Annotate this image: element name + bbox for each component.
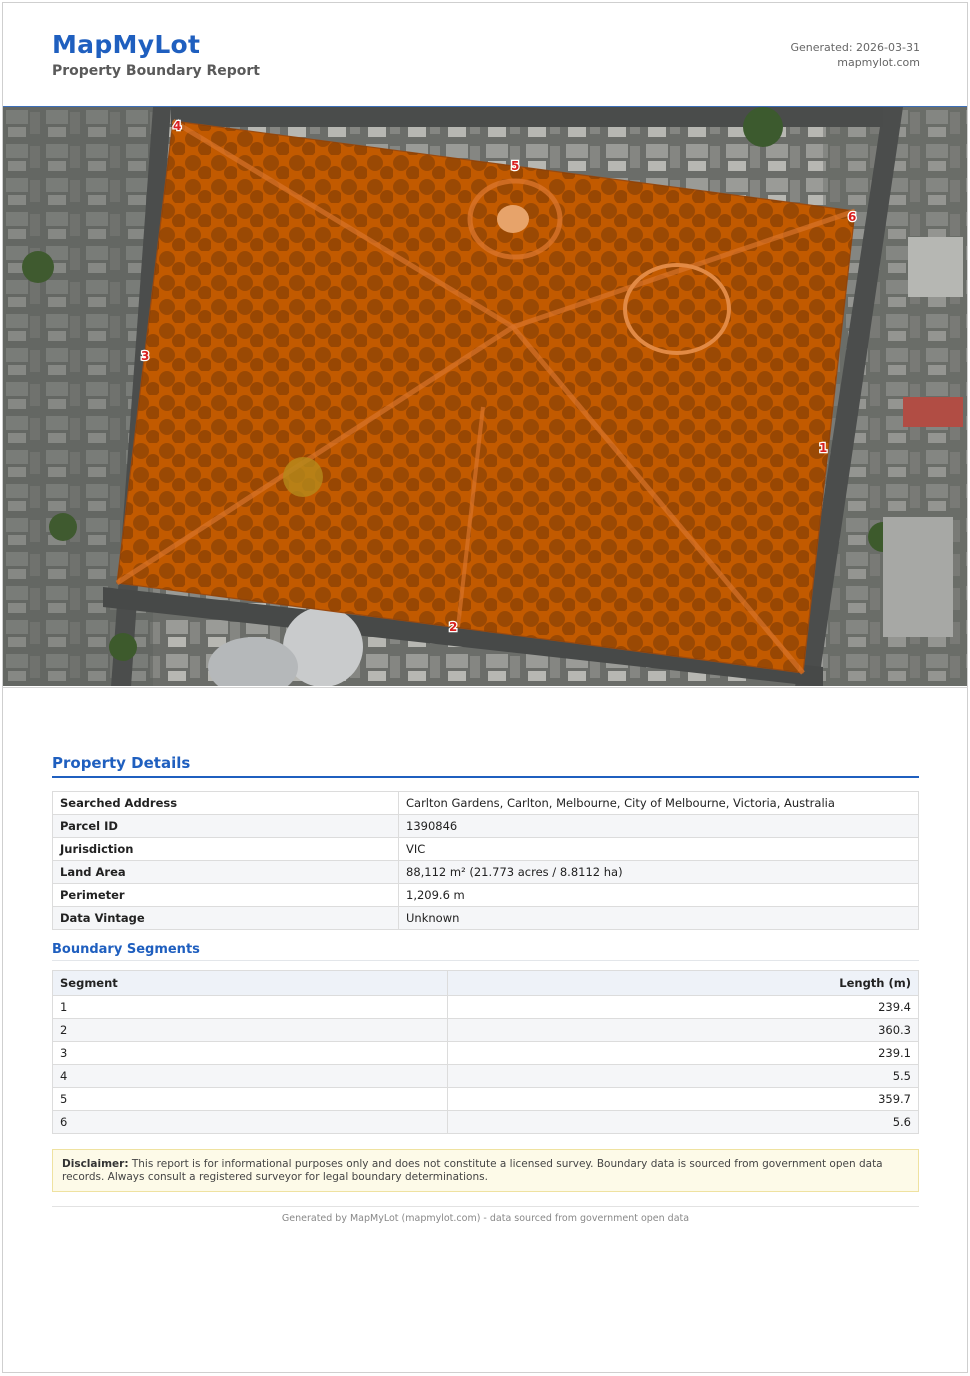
site-name: mapmylot.com: [837, 56, 920, 69]
vertex-label-5: 5: [511, 159, 519, 173]
detail-value: 88,112 m² (21.773 acres / 8.8112 ha): [398, 860, 919, 884]
street-tree: [49, 513, 77, 541]
table-row: 4 5.5: [52, 1064, 919, 1088]
generated-date: Generated: 2026-03-31: [790, 41, 921, 54]
detail-value: 1390846: [398, 814, 919, 838]
block-building: [908, 237, 963, 297]
table-row: 3 239.1: [52, 1041, 919, 1065]
disclaimer-box: Disclaimer: This report is for informati…: [52, 1149, 919, 1192]
vertex-label-3: 3: [141, 349, 149, 363]
vertex-label-4: 4: [173, 119, 181, 133]
street-tree: [743, 107, 783, 147]
boundary-segments-table: Segment Length (m) 1 239.4 2 360.3 3 239…: [52, 970, 919, 1134]
property-details-title: Property Details: [52, 754, 191, 772]
vertex-label-2: 2: [449, 620, 457, 634]
map-svg: 1 2 3 4 5 6: [3, 107, 967, 686]
table-row: Parcel ID 1390846: [52, 814, 919, 838]
fountain: [497, 205, 529, 233]
street-tree: [109, 633, 137, 661]
disclaimer-label: Disclaimer:: [62, 1158, 129, 1170]
detail-value: Carlton Gardens, Carlton, Melbourne, Cit…: [398, 791, 919, 815]
segment-length: 239.4: [447, 995, 919, 1019]
detail-value: Unknown: [398, 906, 919, 930]
block-building: [883, 517, 953, 637]
park-tree-canopy: [117, 121, 855, 673]
segment-length: 5.6: [447, 1110, 919, 1134]
detail-key: Perimeter: [52, 883, 399, 907]
boundary-segments-title: Boundary Segments: [52, 942, 200, 957]
satellite-map: 1 2 3 4 5 6: [3, 106, 967, 686]
table-row: 1 239.4: [52, 995, 919, 1019]
report-header: MapMyLot Property Boundary Report Genera…: [52, 30, 920, 90]
segment-length: 5.5: [447, 1064, 919, 1088]
street-tree: [22, 251, 54, 283]
detail-value: VIC: [398, 837, 919, 861]
segment-number: 5: [52, 1087, 448, 1111]
table-row: Jurisdiction VIC: [52, 837, 919, 861]
table-header-row: Segment Length (m): [52, 970, 919, 996]
segment-length: 239.1: [447, 1041, 919, 1065]
segment-length: 360.3: [447, 1018, 919, 1042]
segment-number: 6: [52, 1110, 448, 1134]
page-divider: [2, 687, 968, 688]
detail-key: Data Vintage: [52, 906, 399, 930]
table-row: Data Vintage Unknown: [52, 906, 919, 930]
segment-number: 1: [52, 995, 448, 1019]
segment-length: 359.7: [447, 1087, 919, 1111]
segment-number: 4: [52, 1064, 448, 1088]
table-row: Perimeter 1,209.6 m: [52, 883, 919, 907]
detail-key: Land Area: [52, 860, 399, 884]
yellow-tree: [283, 457, 323, 497]
length-column-header: Length (m): [447, 970, 919, 996]
detail-key: Searched Address: [52, 791, 399, 815]
detail-key: Parcel ID: [52, 814, 399, 838]
table-row: Searched Address Carlton Gardens, Carlto…: [52, 791, 919, 815]
segment-number: 2: [52, 1018, 448, 1042]
vertex-label-1: 1: [819, 441, 827, 455]
report-footer: Generated by MapMyLot (mapmylot.com) - d…: [281, 1213, 690, 1224]
table-row: 6 5.6: [52, 1110, 919, 1134]
detail-key: Jurisdiction: [52, 837, 399, 861]
property-details-table: Searched Address Carlton Gardens, Carlto…: [52, 791, 919, 930]
report-meta: Generated: 2026-03-31 mapmylot.com: [791, 40, 921, 70]
table-row: 2 360.3: [52, 1018, 919, 1042]
detail-value: 1,209.6 m: [398, 883, 919, 907]
footer-rule: [52, 1206, 919, 1207]
subsection-rule: [52, 960, 919, 961]
table-row: 5 359.7: [52, 1087, 919, 1111]
table-row: Land Area 88,112 m² (21.773 acres / 8.81…: [52, 860, 919, 884]
section-rule: [52, 776, 919, 778]
segment-number: 3: [52, 1041, 448, 1065]
vertex-label-6: 6: [848, 210, 856, 224]
red-roof-building: [903, 397, 963, 427]
disclaimer-text: This report is for informational purpose…: [62, 1158, 883, 1183]
segment-column-header: Segment: [52, 970, 448, 996]
